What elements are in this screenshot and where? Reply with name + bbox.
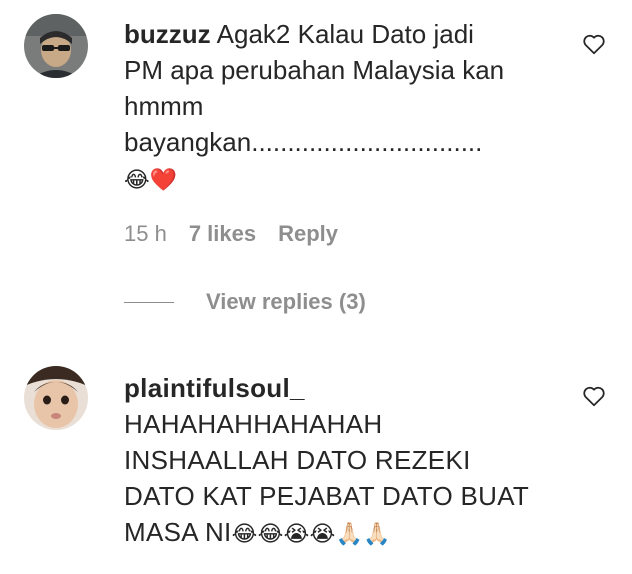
replies-divider xyxy=(124,301,174,303)
comment-line: PM apa perubahan Malaysia kan xyxy=(124,55,505,85)
avatar[interactable] xyxy=(24,14,88,78)
view-replies-label[interactable]: View replies (3) xyxy=(206,289,366,315)
view-replies[interactable]: View replies (3) xyxy=(124,289,366,315)
reply-button[interactable]: Reply xyxy=(278,221,338,247)
comment-line: bayangkan...............................… xyxy=(124,127,483,157)
comment-meta: 15 h 7 likes Reply xyxy=(124,221,338,247)
comment-line: Agak2 Kalau Dato jadi xyxy=(216,19,474,49)
comment-text: buzzuz Agak2 Kalau Dato jadi PM apa perub… xyxy=(124,16,564,199)
comment-line: MASA NI xyxy=(124,517,232,547)
heart-outline-icon[interactable] xyxy=(581,31,607,57)
comment-time: 15 h xyxy=(124,221,167,246)
comment-emojis: 😂😂😭😭🙏🏻🙏🏻 xyxy=(231,522,391,547)
comment-username[interactable]: plaintifulsoul_ xyxy=(124,373,305,403)
likes-count[interactable]: 7 likes xyxy=(189,221,256,247)
comment-line: HAHAHAHHAHAHAH xyxy=(124,409,383,439)
comment-line: DATO KAT PEJABAT DATO BUAT xyxy=(124,481,530,511)
comment-line: hmmm xyxy=(124,91,204,121)
avatar[interactable] xyxy=(24,366,88,430)
heart-outline-icon[interactable] xyxy=(581,383,607,409)
comment-emojis: 😂❤️ xyxy=(124,168,178,193)
comment-line: INSHAALLAH DATO REZEKI xyxy=(124,445,471,475)
comment-username[interactable]: buzzuz xyxy=(124,19,211,49)
comment-text: plaintifulsoul_ HAHAHAHHAHAHAH INSHAALLA… xyxy=(124,370,564,553)
